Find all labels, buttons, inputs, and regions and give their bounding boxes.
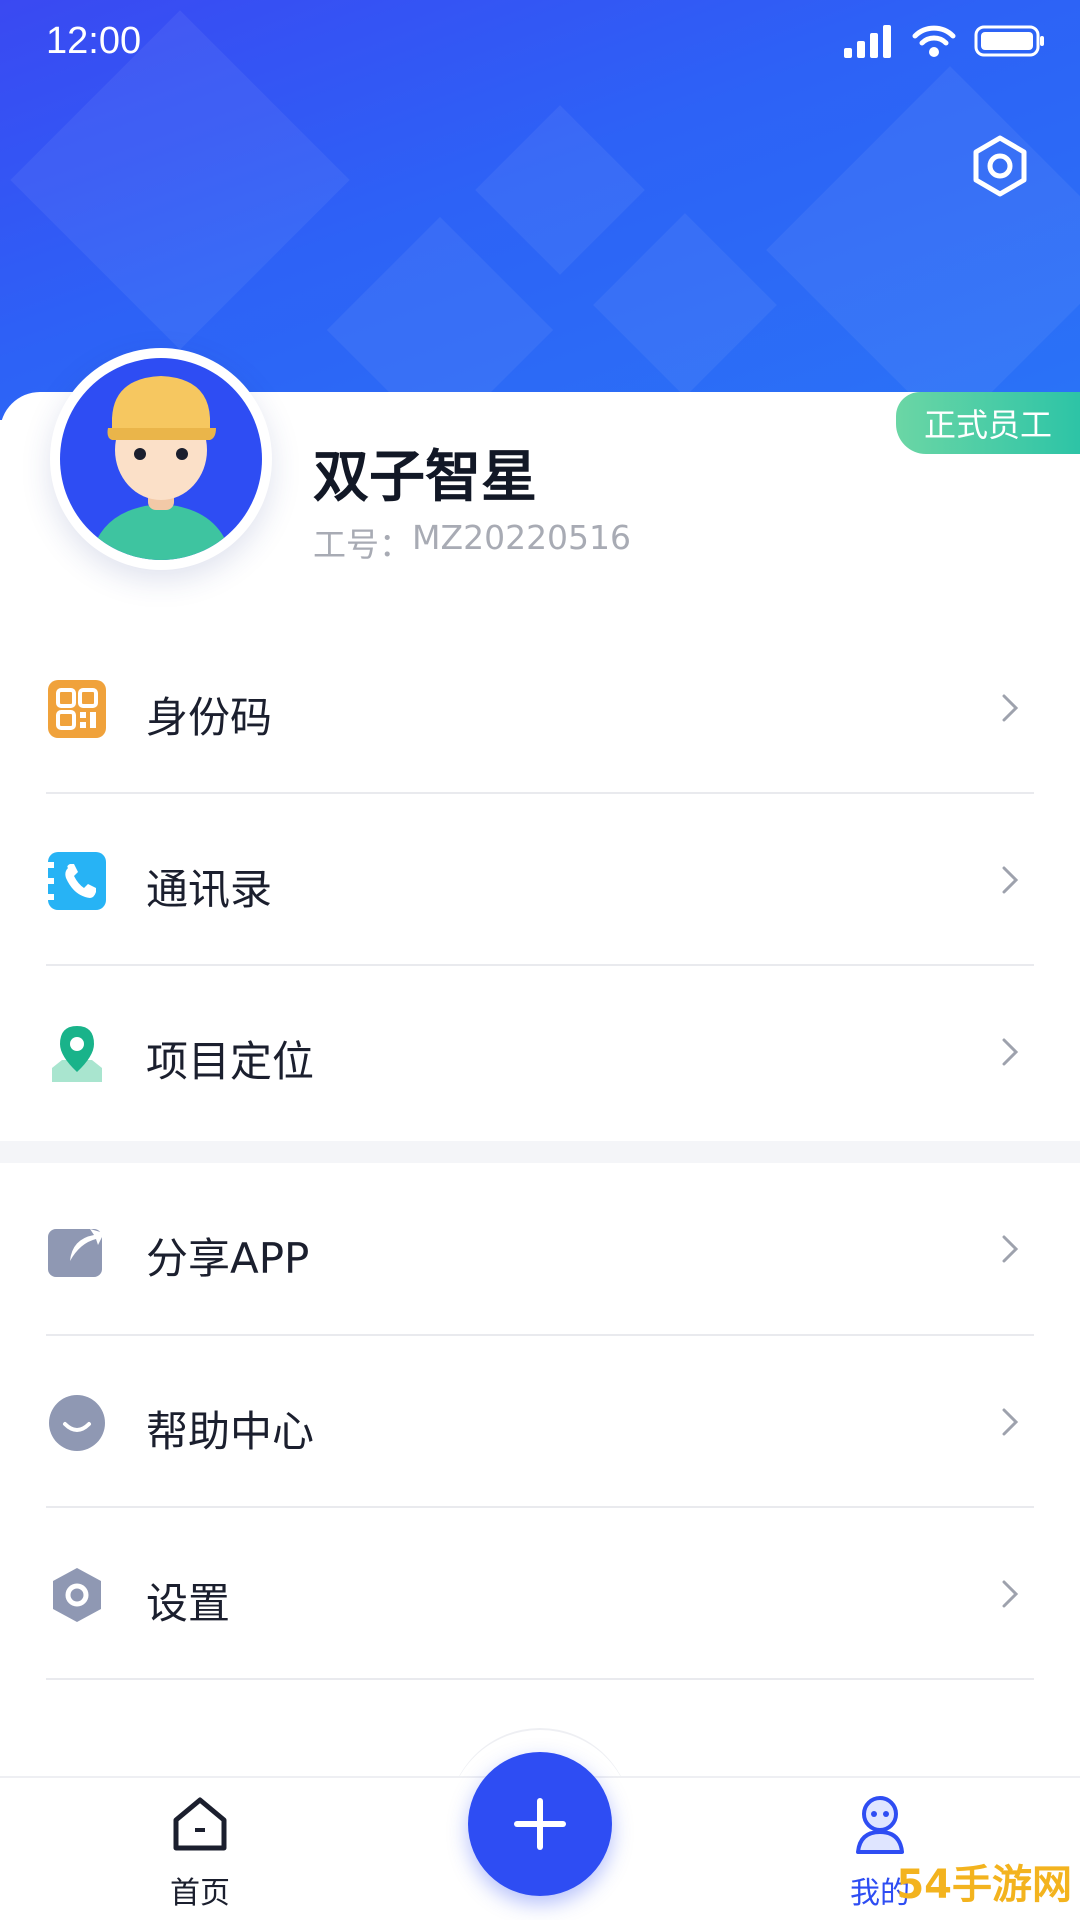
header-settings-icon[interactable] (968, 134, 1032, 198)
watermark-logo: 54手游网 (896, 1862, 1072, 1908)
divider (46, 1678, 1034, 1680)
nav-label-home: 首页 (170, 1876, 230, 1911)
chevron-right-icon (1002, 1580, 1019, 1608)
menu-item-contacts[interactable]: 通讯录 (0, 794, 1080, 966)
menu-label-project-location: 项目定位 (146, 1037, 315, 1086)
menu-item-id-code[interactable]: 身份码 (0, 622, 1080, 794)
add-button[interactable] (468, 1752, 612, 1896)
wifi-icon (912, 25, 956, 57)
employee-id-label: 工号： (313, 525, 412, 564)
avatar-illustration-icon (60, 358, 262, 560)
signal-icon (844, 25, 891, 58)
menu-item-share-app[interactable]: 分享APP (0, 1163, 1080, 1335)
user-name: 双子智星 (313, 445, 537, 510)
menu-label-help-center: 帮助中心 (146, 1407, 315, 1456)
chevron-right-icon (1002, 694, 1019, 722)
menu-item-help-center[interactable]: 帮助中心 (0, 1336, 1080, 1508)
menu-label-contacts: 通讯录 (146, 865, 273, 914)
user-icon (856, 1796, 904, 1854)
menu-label-settings: 设置 (146, 1579, 231, 1628)
help-icon (49, 1395, 105, 1451)
menu-item-settings[interactable]: 设置 (0, 1508, 1080, 1680)
employee-id-value: MZ20220516 (412, 518, 632, 557)
plus-icon (514, 1798, 566, 1850)
location-pin-icon (52, 1026, 102, 1082)
settings-icon (53, 1568, 101, 1622)
home-icon (173, 1797, 227, 1851)
chevron-right-icon (1002, 1235, 1019, 1263)
status-bar: 12:00 (0, 0, 1080, 90)
nav-tab-home[interactable]: 首页 (120, 1792, 280, 1912)
chevron-right-icon (1002, 1408, 1019, 1436)
status-time: 12:00 (46, 20, 142, 62)
share-icon (48, 1229, 104, 1277)
phone-book-icon (48, 852, 106, 910)
employee-status-badge: 正式员工 (896, 392, 1080, 454)
avatar[interactable] (50, 348, 272, 570)
battery-icon (974, 25, 1044, 57)
chevron-right-icon (1002, 1038, 1019, 1066)
section-gap (0, 1141, 1080, 1163)
menu-item-project-location[interactable]: 项目定位 (0, 966, 1080, 1138)
menu-label-share-app: 分享APP (146, 1234, 310, 1283)
chevron-right-icon (1002, 866, 1019, 894)
employee-id: 工号： MZ20220516 (313, 518, 631, 566)
menu-label-id-code: 身份码 (146, 693, 273, 742)
qr-code-icon (48, 680, 106, 738)
